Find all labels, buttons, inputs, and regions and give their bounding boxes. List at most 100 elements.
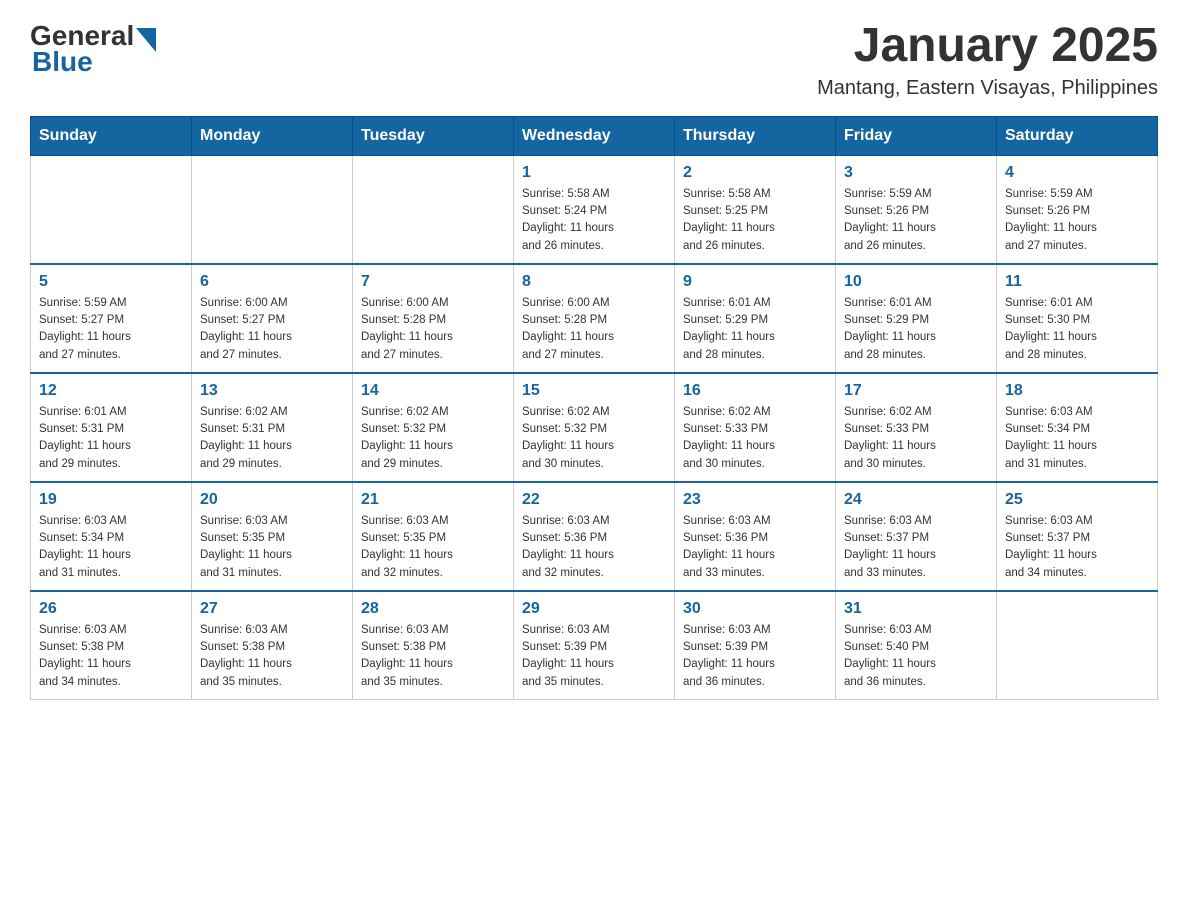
day-info: Sunrise: 6:03 AM Sunset: 5:38 PM Dayligh…: [200, 622, 344, 691]
day-number: 7: [361, 273, 505, 291]
calendar-cell: 17 Sunrise: 6:02 AM Sunset: 5:33 PM Dayli…: [836, 373, 997, 482]
calendar-cell: 27Sunrise: 6:03 AM Sunset: 5:38 PM Dayli…: [192, 591, 353, 700]
day-info: Sunrise: 6:03 AM Sunset: 5:38 PM Dayligh…: [39, 622, 183, 691]
calendar-cell: 11 Sunrise: 6:01 AM Sunset: 5:30 PM Dayli…: [997, 264, 1158, 373]
day-info: Sunrise: 6:02 AM Sunset: 5:33 PM Dayligh…: [844, 404, 988, 473]
day-info: Sunrise: 6:01 AM Sunset: 5:29 PM Dayligh…: [683, 295, 827, 364]
day-number: 21: [361, 491, 505, 509]
calendar-cell: [353, 155, 514, 264]
calendar-cell: 24 Sunrise: 6:03 AM Sunset: 5:37 PM Dayli…: [836, 482, 997, 591]
day-info: Sunrise: 6:00 AM Sunset: 5:28 PM Dayligh…: [361, 295, 505, 364]
calendar-day-header: Tuesday: [353, 116, 514, 155]
day-number: 31: [844, 600, 988, 618]
day-info: Sunrise: 6:03 AM Sunset: 5:34 PM Dayligh…: [39, 513, 183, 582]
day-number: 9: [683, 273, 827, 291]
calendar-cell: 14 Sunrise: 6:02 AM Sunset: 5:32 PM Dayli…: [353, 373, 514, 482]
day-info: Sunrise: 6:00 AM Sunset: 5:28 PM Dayligh…: [522, 295, 666, 364]
day-info: Sunrise: 6:03 AM Sunset: 5:38 PM Dayligh…: [361, 622, 505, 691]
day-info: Sunrise: 5:58 AM Sunset: 5:25 PM Dayligh…: [683, 186, 827, 255]
calendar-week-row: 1Sunrise: 5:58 AM Sunset: 5:24 PM Daylig…: [31, 155, 1158, 264]
calendar-cell: 29Sunrise: 6:03 AM Sunset: 5:39 PM Dayli…: [514, 591, 675, 700]
calendar-week-row: 5 Sunrise: 5:59 AM Sunset: 5:27 PM Daylig…: [31, 264, 1158, 373]
day-number: 18: [1005, 382, 1149, 400]
calendar-cell: [31, 155, 192, 264]
day-number: 13: [200, 382, 344, 400]
day-number: 11: [1005, 273, 1149, 291]
calendar-cell: 13 Sunrise: 6:02 AM Sunset: 5:31 PM Dayli…: [192, 373, 353, 482]
day-info: Sunrise: 6:02 AM Sunset: 5:33 PM Dayligh…: [683, 404, 827, 473]
calendar-cell: 6Sunrise: 6:00 AM Sunset: 5:27 PM Daylig…: [192, 264, 353, 373]
calendar-cell: 20 Sunrise: 6:03 AM Sunset: 5:35 PM Dayli…: [192, 482, 353, 591]
calendar-cell: [192, 155, 353, 264]
calendar-day-header: Monday: [192, 116, 353, 155]
calendar-cell: 3 Sunrise: 5:59 AM Sunset: 5:26 PM Daylig…: [836, 155, 997, 264]
day-number: 20: [200, 491, 344, 509]
calendar-cell: 10 Sunrise: 6:01 AM Sunset: 5:29 PM Dayli…: [836, 264, 997, 373]
day-info: Sunrise: 6:03 AM Sunset: 5:37 PM Dayligh…: [1005, 513, 1149, 582]
day-info: Sunrise: 5:59 AM Sunset: 5:26 PM Dayligh…: [844, 186, 988, 255]
calendar-cell: 28 Sunrise: 6:03 AM Sunset: 5:38 PM Dayli…: [353, 591, 514, 700]
calendar-day-header: Friday: [836, 116, 997, 155]
day-info: Sunrise: 6:00 AM Sunset: 5:27 PM Dayligh…: [200, 295, 344, 364]
calendar-cell: 7 Sunrise: 6:00 AM Sunset: 5:28 PM Daylig…: [353, 264, 514, 373]
day-number: 15: [522, 382, 666, 400]
day-info: Sunrise: 5:59 AM Sunset: 5:26 PM Dayligh…: [1005, 186, 1149, 255]
day-info: Sunrise: 6:01 AM Sunset: 5:30 PM Dayligh…: [1005, 295, 1149, 364]
day-info: Sunrise: 6:03 AM Sunset: 5:35 PM Dayligh…: [200, 513, 344, 582]
calendar-header-row: SundayMondayTuesdayWednesdayThursdayFrid…: [31, 116, 1158, 155]
calendar-day-header: Saturday: [997, 116, 1158, 155]
day-info: Sunrise: 6:02 AM Sunset: 5:32 PM Dayligh…: [361, 404, 505, 473]
day-number: 17: [844, 382, 988, 400]
day-number: 14: [361, 382, 505, 400]
calendar-cell: 25 Sunrise: 6:03 AM Sunset: 5:37 PM Dayli…: [997, 482, 1158, 591]
calendar-cell: 22 Sunrise: 6:03 AM Sunset: 5:36 PM Dayli…: [514, 482, 675, 591]
day-info: Sunrise: 6:03 AM Sunset: 5:39 PM Dayligh…: [522, 622, 666, 691]
day-number: 22: [522, 491, 666, 509]
day-number: 24: [844, 491, 988, 509]
day-number: 19: [39, 491, 183, 509]
calendar-cell: 19 Sunrise: 6:03 AM Sunset: 5:34 PM Dayli…: [31, 482, 192, 591]
day-number: 12: [39, 382, 183, 400]
day-number: 3: [844, 164, 988, 182]
calendar-cell: 9 Sunrise: 6:01 AM Sunset: 5:29 PM Daylig…: [675, 264, 836, 373]
day-number: 1: [522, 164, 666, 182]
calendar-cell: 8 Sunrise: 6:00 AM Sunset: 5:28 PM Daylig…: [514, 264, 675, 373]
calendar-cell: 30Sunrise: 6:03 AM Sunset: 5:39 PM Dayli…: [675, 591, 836, 700]
calendar-subtitle: Mantang, Eastern Visayas, Philippines: [817, 77, 1158, 100]
day-number: 4: [1005, 164, 1149, 182]
day-info: Sunrise: 6:01 AM Sunset: 5:29 PM Dayligh…: [844, 295, 988, 364]
calendar-cell: 5 Sunrise: 5:59 AM Sunset: 5:27 PM Daylig…: [31, 264, 192, 373]
calendar-day-header: Wednesday: [514, 116, 675, 155]
calendar-cell: 15 Sunrise: 6:02 AM Sunset: 5:32 PM Dayli…: [514, 373, 675, 482]
calendar-table: SundayMondayTuesdayWednesdayThursdayFrid…: [30, 116, 1158, 700]
calendar-cell: 21Sunrise: 6:03 AM Sunset: 5:35 PM Dayli…: [353, 482, 514, 591]
calendar-cell: [997, 591, 1158, 700]
day-info: Sunrise: 5:59 AM Sunset: 5:27 PM Dayligh…: [39, 295, 183, 364]
day-info: Sunrise: 6:03 AM Sunset: 5:36 PM Dayligh…: [522, 513, 666, 582]
day-info: Sunrise: 6:01 AM Sunset: 5:31 PM Dayligh…: [39, 404, 183, 473]
day-info: Sunrise: 6:03 AM Sunset: 5:34 PM Dayligh…: [1005, 404, 1149, 473]
day-info: Sunrise: 6:03 AM Sunset: 5:37 PM Dayligh…: [844, 513, 988, 582]
logo-triangle-icon: [136, 28, 156, 52]
day-number: 16: [683, 382, 827, 400]
calendar-cell: 2Sunrise: 5:58 AM Sunset: 5:25 PM Daylig…: [675, 155, 836, 264]
calendar-title: January 2025: [817, 20, 1158, 73]
calendar-cell: 1Sunrise: 5:58 AM Sunset: 5:24 PM Daylig…: [514, 155, 675, 264]
day-number: 30: [683, 600, 827, 618]
day-number: 23: [683, 491, 827, 509]
title-section: January 2025 Mantang, Eastern Visayas, P…: [817, 20, 1158, 100]
day-number: 10: [844, 273, 988, 291]
logo-blue-text: Blue: [30, 46, 93, 78]
day-info: Sunrise: 6:02 AM Sunset: 5:32 PM Dayligh…: [522, 404, 666, 473]
day-info: Sunrise: 6:02 AM Sunset: 5:31 PM Dayligh…: [200, 404, 344, 473]
day-number: 25: [1005, 491, 1149, 509]
logo: General Blue: [30, 20, 156, 78]
day-info: Sunrise: 6:03 AM Sunset: 5:36 PM Dayligh…: [683, 513, 827, 582]
calendar-week-row: 26 Sunrise: 6:03 AM Sunset: 5:38 PM Dayli…: [31, 591, 1158, 700]
day-number: 5: [39, 273, 183, 291]
day-number: 28: [361, 600, 505, 618]
day-number: 26: [39, 600, 183, 618]
page-header: General Blue January 2025 Mantang, Easte…: [30, 20, 1158, 100]
day-number: 8: [522, 273, 666, 291]
calendar-cell: 31Sunrise: 6:03 AM Sunset: 5:40 PM Dayli…: [836, 591, 997, 700]
